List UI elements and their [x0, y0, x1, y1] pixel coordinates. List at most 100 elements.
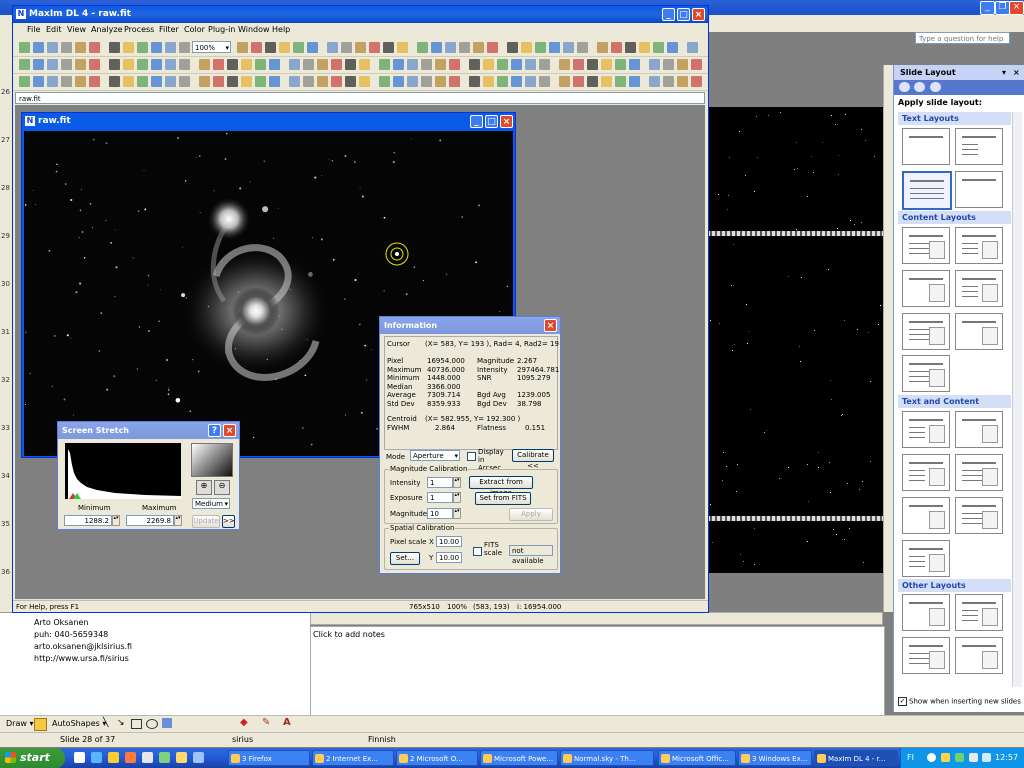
- exposure-spinner[interactable]: ▴▾: [453, 492, 461, 503]
- font-color-icon[interactable]: A: [283, 717, 291, 728]
- toolbar-icon[interactable]: [165, 59, 176, 70]
- toolbar-icon[interactable]: [649, 76, 660, 87]
- toolbar-icon[interactable]: [269, 76, 280, 87]
- layout-thumbnail[interactable]: [955, 594, 1003, 631]
- toolbar-icon[interactable]: [563, 42, 574, 53]
- toolbar-icon[interactable]: [255, 59, 266, 70]
- toolbar-icon[interactable]: [549, 42, 560, 53]
- toolbar-icon[interactable]: [317, 76, 328, 87]
- toolbar-icon[interactable]: [241, 59, 252, 70]
- toolbar-icon[interactable]: [539, 76, 550, 87]
- toolbar-icon[interactable]: [151, 42, 162, 53]
- taskbar-button[interactable]: 2 Internet Ex...: [312, 750, 394, 766]
- toolbar-icon[interactable]: [483, 76, 494, 87]
- toolbar-icon[interactable]: [573, 76, 584, 87]
- quick-launch-icon[interactable]: [142, 752, 153, 763]
- taskbar-button[interactable]: 2 Microsoft O...: [396, 750, 478, 766]
- layout-thumbnail[interactable]: [955, 411, 1003, 448]
- taskpane-close-icon[interactable]: ×: [1013, 65, 1020, 80]
- quick-launch-icon[interactable]: [108, 752, 119, 763]
- toolbar-icon[interactable]: [213, 59, 224, 70]
- toolbar-icon[interactable]: [331, 59, 342, 70]
- toolbar-icon[interactable]: [691, 76, 702, 87]
- slide-horizontal-scrollbar[interactable]: [310, 612, 883, 625]
- toolbar-icon[interactable]: [123, 42, 134, 53]
- toolbar-icon[interactable]: [109, 42, 120, 53]
- toolbar-icon[interactable]: [19, 59, 30, 70]
- quick-launch-icon[interactable]: [176, 752, 187, 763]
- toolbar-icon[interactable]: [359, 76, 370, 87]
- fill-color-icon[interactable]: ◆: [240, 717, 248, 728]
- layout-thumbnail[interactable]: [955, 128, 1003, 165]
- rectangle-tool-icon[interactable]: [131, 719, 142, 729]
- toolbar-icon[interactable]: [383, 42, 394, 53]
- toolbar-icon[interactable]: [213, 76, 224, 87]
- select-objects-icon[interactable]: [34, 718, 47, 731]
- layout-thumbnail[interactable]: [902, 454, 950, 491]
- toolbar-icon[interactable]: [431, 42, 442, 53]
- toolbar-icon[interactable]: [663, 76, 674, 87]
- maxim-app-icon[interactable]: N: [16, 9, 26, 19]
- taskbar-button[interactable]: Normal.sky - Th...: [560, 750, 654, 766]
- toolbar-icon[interactable]: [227, 59, 238, 70]
- layout-thumbnail[interactable]: [902, 497, 950, 534]
- document-path-field[interactable]: raw.fit: [15, 92, 705, 104]
- toolbar-icon[interactable]: [397, 42, 408, 53]
- clock[interactable]: 12:57: [995, 748, 1018, 768]
- toolbar-icon[interactable]: [597, 42, 608, 53]
- toolbar-icon[interactable]: [33, 42, 44, 53]
- menu-process[interactable]: Process: [124, 25, 154, 34]
- draw-menu[interactable]: Draw ▾: [6, 719, 33, 728]
- autoshapes-menu[interactable]: AutoShapes ▾: [52, 719, 106, 728]
- taskbar-button[interactable]: 3 Windows Ex...: [738, 750, 812, 766]
- toolbar-icon[interactable]: [469, 59, 480, 70]
- taskpane-scrollbar[interactable]: [1012, 112, 1022, 687]
- toolbar-icon[interactable]: [677, 76, 688, 87]
- quick-launch-icon[interactable]: [125, 752, 136, 763]
- layout-thumbnail[interactable]: [955, 637, 1003, 674]
- toolbar-icon[interactable]: [123, 59, 134, 70]
- toolbar-icon[interactable]: [33, 59, 44, 70]
- toolbar-icon[interactable]: [379, 59, 390, 70]
- mode-select[interactable]: Aperture ▾: [410, 450, 460, 461]
- toolbar-icon[interactable]: [469, 76, 480, 87]
- layout-thumbnail[interactable]: [902, 411, 950, 448]
- toolbar-icon[interactable]: [407, 76, 418, 87]
- toolbar-icon[interactable]: [601, 59, 612, 70]
- toolbar-icon[interactable]: [649, 59, 660, 70]
- back-icon[interactable]: [899, 82, 910, 92]
- toolbar-icon[interactable]: [255, 76, 266, 87]
- checkbox-box[interactable]: ✓: [898, 697, 907, 706]
- toolbar-icon[interactable]: [19, 42, 30, 53]
- toolbar-icon[interactable]: [687, 42, 698, 53]
- toolbar-icon[interactable]: [421, 59, 432, 70]
- image-minimize-button[interactable]: _: [470, 115, 483, 128]
- tray-icon[interactable]: [955, 753, 964, 762]
- layout-thumbnail[interactable]: [902, 171, 952, 210]
- toolbar-icon[interactable]: [289, 76, 300, 87]
- layout-thumbnail[interactable]: [902, 540, 950, 577]
- toolbar-icon[interactable]: [601, 76, 612, 87]
- toolbar-icon[interactable]: [559, 59, 570, 70]
- toolbar-icon[interactable]: [625, 42, 636, 53]
- toolbar-icon[interactable]: [639, 42, 650, 53]
- line-tool-icon[interactable]: ╲: [103, 718, 108, 728]
- forward-icon[interactable]: [914, 82, 925, 92]
- toolbar-icon[interactable]: [459, 42, 470, 53]
- toolbar-icon[interactable]: [525, 76, 536, 87]
- pp-minimize-button[interactable]: _: [980, 1, 995, 15]
- update-button[interactable]: Update: [192, 515, 220, 528]
- toolbar-icon[interactable]: [345, 76, 356, 87]
- toolbar-icon[interactable]: [507, 42, 518, 53]
- menu-help[interactable]: Help: [272, 25, 290, 34]
- line-color-icon[interactable]: ✎: [262, 717, 270, 728]
- toolbar-icon[interactable]: [279, 42, 290, 53]
- zoom-in-icon[interactable]: ⊕: [196, 480, 212, 495]
- toolbar-icon[interactable]: [33, 76, 44, 87]
- toolbar-icon[interactable]: [417, 42, 428, 53]
- quick-launch-icon[interactable]: [74, 752, 85, 763]
- toolbar-icon[interactable]: [379, 76, 390, 87]
- pixel-scale-y-input[interactable]: 10.00: [436, 552, 462, 563]
- toolbar-icon[interactable]: [677, 59, 688, 70]
- maximum-input[interactable]: 2269.8: [126, 515, 174, 526]
